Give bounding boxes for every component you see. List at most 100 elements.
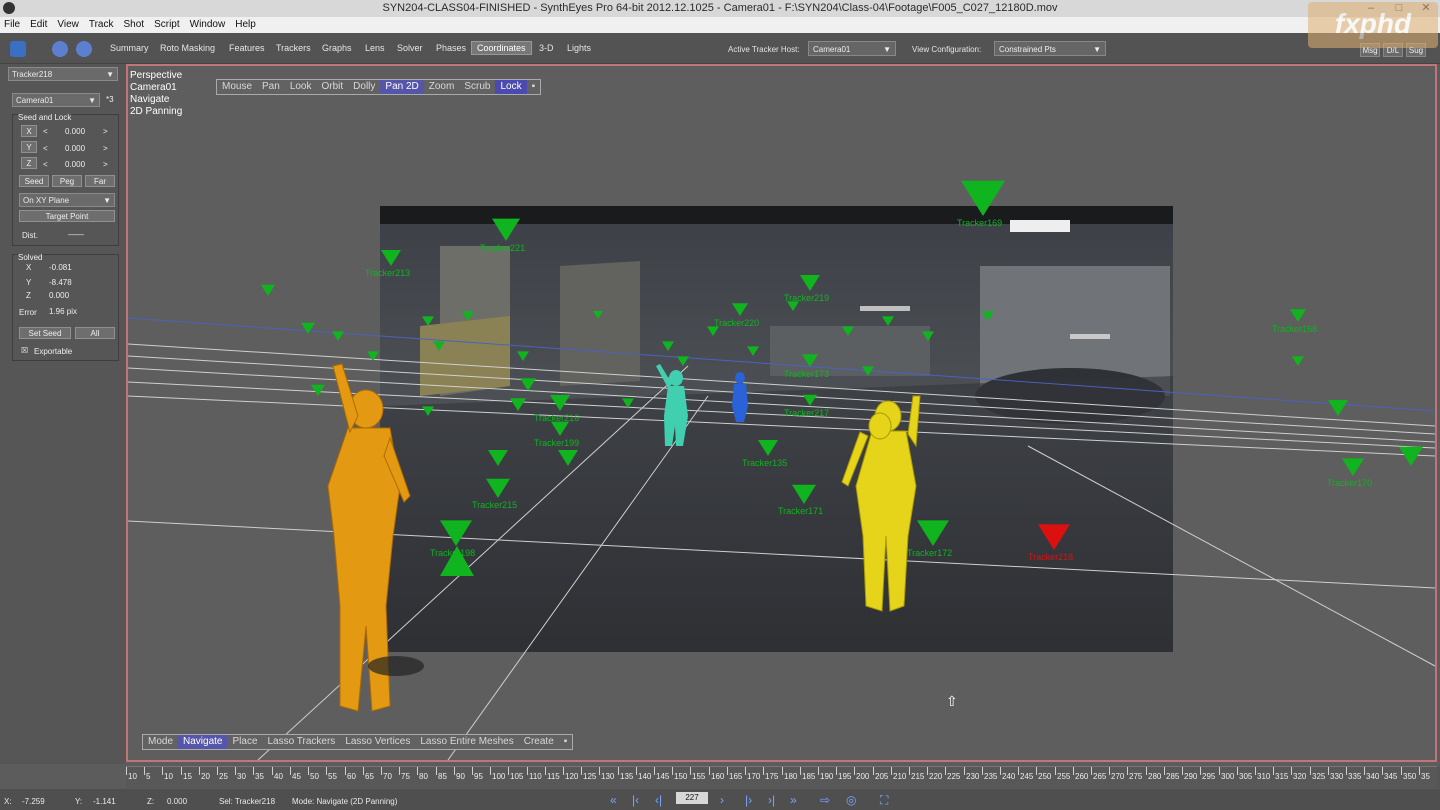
tracker-marker[interactable]: [922, 331, 934, 341]
tracker-marker[interactable]: [422, 406, 434, 416]
mode-lasso-vertices[interactable]: Lasso Vertices: [340, 735, 415, 749]
axis-y-button[interactable]: Y: [21, 141, 37, 153]
frame-number-input[interactable]: 227: [676, 792, 708, 804]
axis-z-increment[interactable]: >: [103, 160, 108, 169]
axis-z-decrement[interactable]: <: [43, 160, 48, 169]
tracker-marker[interactable]: [1038, 524, 1070, 550]
camera-select[interactable]: Camera01 ▼: [12, 93, 100, 107]
nav-lock[interactable]: Lock: [495, 80, 527, 94]
tracker-marker[interactable]: [800, 275, 820, 291]
tracker-marker[interactable]: [433, 341, 445, 351]
tracker-marker[interactable]: [381, 250, 401, 266]
menu-help[interactable]: Help: [230, 17, 261, 30]
redo-icon[interactable]: [76, 41, 92, 57]
menu-view[interactable]: View: [52, 17, 84, 30]
timeline[interactable]: 10 5 10 15 20 25 30 35 40 45 50 55 60 65 70 75 80 85 90 95 1…: [126, 766, 1440, 788]
nav-look[interactable]: Look: [285, 80, 317, 94]
tracker-marker[interactable]: [301, 322, 315, 334]
tracker-marker[interactable]: [1399, 446, 1423, 466]
play-icon[interactable]: ›: [720, 793, 724, 807]
tracker-marker[interactable]: [982, 311, 994, 321]
axis-x-value[interactable]: 0.000: [65, 127, 85, 136]
tracker-marker[interactable]: [802, 354, 818, 367]
tracker-host-select[interactable]: Camera01 ▼: [808, 41, 896, 56]
tracker-marker[interactable]: [422, 316, 434, 326]
tab-coordinates[interactable]: Coordinates: [471, 41, 532, 55]
tracker-marker[interactable]: [593, 311, 603, 319]
tracker-marker[interactable]: [787, 301, 799, 311]
tab-trackers[interactable]: Trackers: [276, 43, 311, 53]
tab-graphs[interactable]: Graphs: [322, 43, 352, 53]
plane-select[interactable]: On XY Plane ▼: [19, 193, 115, 207]
nav-pan-2d[interactable]: Pan 2D: [380, 80, 424, 94]
tracker-marker[interactable]: [917, 520, 949, 546]
tracker-marker[interactable]: [332, 331, 344, 341]
prev-key-icon[interactable]: |‹: [632, 793, 639, 807]
loop-icon[interactable]: ◎: [846, 793, 856, 807]
frame-ruler[interactable]: 10 5 10 15 20 25 30 35 40 45 50 55 60 65 70 75 80 85 90 95 1…: [126, 766, 1437, 787]
menu-track[interactable]: Track: [84, 17, 119, 30]
tracker-marker[interactable]: [803, 394, 817, 406]
tracker-marker[interactable]: [792, 484, 816, 504]
mode-create[interactable]: Create: [519, 735, 559, 749]
set-seed-button[interactable]: Set Seed: [19, 327, 71, 339]
exportable-checkbox[interactable]: ☒: [21, 346, 28, 355]
tab-roto-masking[interactable]: Roto Masking: [160, 43, 215, 53]
nav-orbit[interactable]: Orbit: [317, 80, 349, 94]
mode-lasso-meshes[interactable]: Lasso Entire Meshes: [415, 735, 518, 749]
all-button[interactable]: All: [75, 327, 115, 339]
tracker-select[interactable]: Tracker218 ▼: [8, 67, 118, 81]
perspective-viewport[interactable]: Tracker169 Tracker221 Tracker213 Tracker219…: [126, 64, 1437, 762]
tracker-marker[interactable]: [488, 450, 508, 466]
nav-dolly[interactable]: Dolly: [348, 80, 380, 94]
seed-button[interactable]: Seed: [19, 175, 49, 187]
tracker-marker[interactable]: [440, 520, 472, 546]
axis-z-value[interactable]: 0.000: [65, 160, 85, 169]
nav-scrub[interactable]: Scrub: [459, 80, 495, 94]
tab-summary[interactable]: Summary: [110, 43, 149, 53]
axis-x-increment[interactable]: >: [103, 127, 108, 136]
tracker-marker[interactable]: [551, 421, 569, 436]
next-frame-icon[interactable]: |›: [745, 793, 752, 807]
rewind-start-icon[interactable]: «: [610, 793, 617, 807]
menu-edit[interactable]: Edit: [25, 17, 52, 30]
tab-solver[interactable]: Solver: [397, 43, 423, 53]
tracker-marker[interactable]: [961, 180, 1005, 216]
menu-shot[interactable]: Shot: [119, 17, 150, 30]
next-key-icon[interactable]: ›|: [768, 793, 775, 807]
mode-place[interactable]: Place: [227, 735, 262, 749]
axis-x-decrement[interactable]: <: [43, 127, 48, 136]
fit-view-icon[interactable]: ⛶: [880, 793, 888, 808]
tracker-marker[interactable]: [662, 341, 674, 351]
prev-frame-icon[interactable]: ‹|: [655, 793, 662, 807]
tab-phases[interactable]: Phases: [436, 43, 466, 53]
peg-button[interactable]: Peg: [52, 175, 82, 187]
nav-zoom[interactable]: Zoom: [424, 80, 460, 94]
tracker-marker[interactable]: [1328, 400, 1348, 416]
tracker-marker[interactable]: [311, 384, 325, 396]
axis-x-button[interactable]: X: [21, 125, 37, 137]
tracker-marker[interactable]: [1292, 356, 1304, 366]
forward-end-icon[interactable]: »: [790, 793, 797, 807]
tracker-marker[interactable]: [510, 398, 526, 411]
tracker-marker[interactable]: [261, 284, 275, 296]
tracker-marker[interactable]: [882, 316, 894, 326]
mode-lasso-trackers[interactable]: Lasso Trackers: [263, 735, 341, 749]
tab-features[interactable]: Features: [229, 43, 265, 53]
axis-z-button[interactable]: Z: [21, 157, 37, 169]
nav-pan[interactable]: Pan: [257, 80, 285, 94]
axis-y-value[interactable]: 0.000: [65, 144, 85, 153]
tracker-marker[interactable]: [558, 450, 578, 466]
tracker-marker[interactable]: [1290, 309, 1306, 322]
menu-window[interactable]: Window: [185, 17, 231, 30]
view-config-select[interactable]: Constrained Pts ▼: [994, 41, 1106, 56]
tracker-marker[interactable]: [677, 356, 689, 366]
target-point-button[interactable]: Target Point: [19, 210, 115, 222]
tracker-marker[interactable]: [1342, 458, 1364, 476]
tab-lens[interactable]: Lens: [365, 43, 385, 53]
mode-navigate[interactable]: Navigate: [178, 735, 228, 749]
track-forward-icon[interactable]: ⇨: [820, 793, 830, 807]
menu-script[interactable]: Script: [149, 17, 185, 30]
tracker-marker[interactable]: [758, 440, 778, 456]
save-icon[interactable]: [10, 41, 26, 57]
